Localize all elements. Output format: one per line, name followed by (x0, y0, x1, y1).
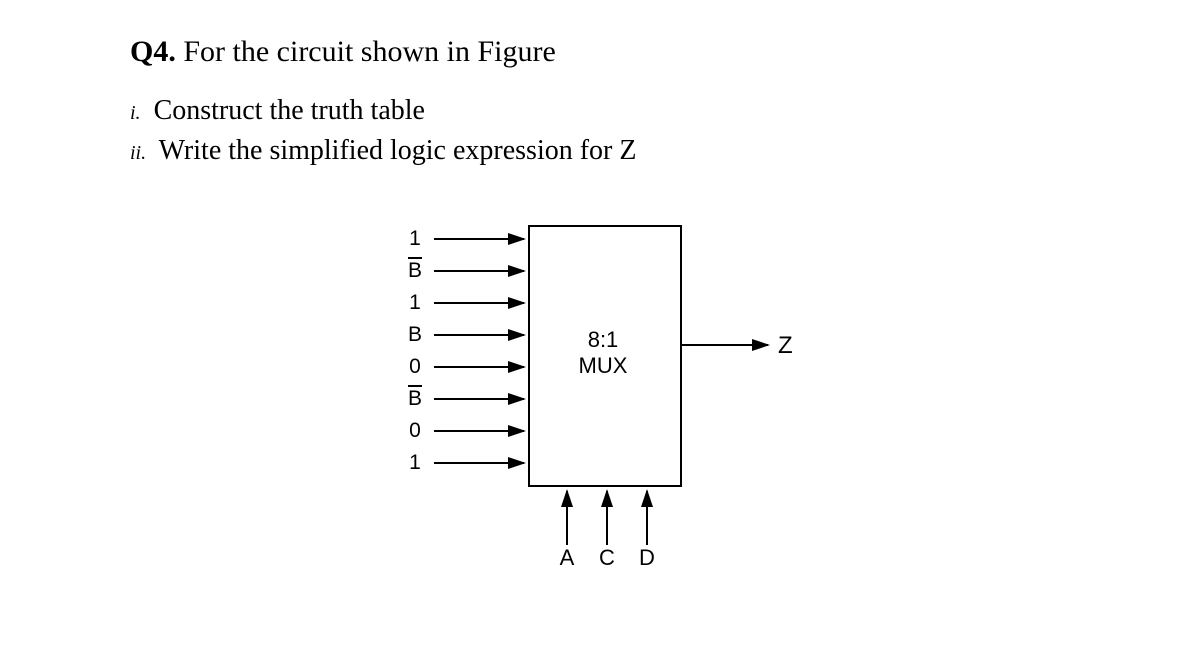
page: Q4. For the circuit shown in Figure i. C… (0, 0, 1200, 647)
subquestion-i-text: Construct the truth table (154, 95, 425, 126)
circuit-diagram: 8:1 MUX 1 B 1 B 0 B 0 1 A C D Z (400, 215, 860, 585)
subquestion-i: i. Construct the truth table (130, 95, 425, 127)
subquestion-ii-text: Write the simplified logic expression fo… (159, 135, 637, 166)
subquestion-ii: ii. Write the simplified logic expressio… (130, 135, 636, 167)
question-prompt: For the circuit shown in Figure (183, 35, 555, 68)
question-number: Q4. (130, 35, 176, 68)
subquestion-ii-roman: ii. (130, 142, 146, 164)
subquestion-i-roman: i. (130, 102, 141, 124)
wires-svg (400, 215, 860, 585)
question-header: Q4. For the circuit shown in Figure (130, 35, 556, 69)
